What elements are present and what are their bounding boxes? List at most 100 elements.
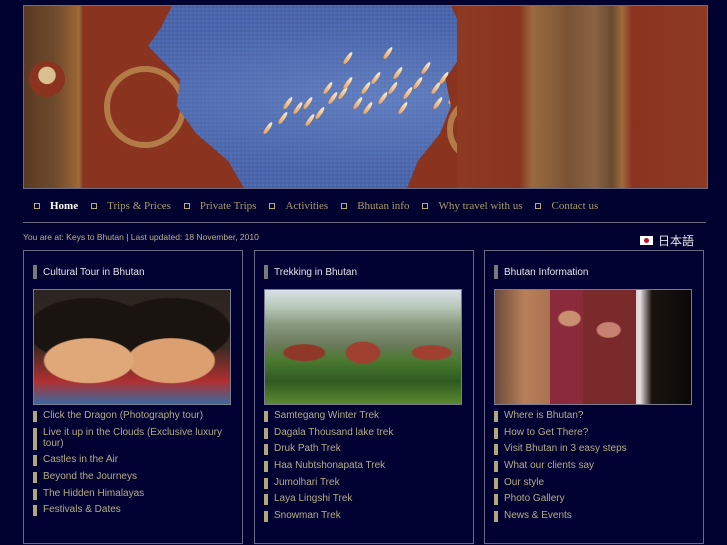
box-title: Cultural Tour in Bhutan <box>33 265 145 279</box>
flame-mark <box>392 66 404 80</box>
square-bullet-icon <box>422 203 429 209</box>
nav-item-label: Bhutan info <box>357 200 410 212</box>
bullet-bar-icon <box>264 427 268 439</box>
nav-item-bhutan-info[interactable]: Bhutan info <box>341 200 409 212</box>
dzong-valley-photo[interactable] <box>264 289 462 405</box>
link-text: Festivals & Dates <box>43 504 121 516</box>
square-bullet-icon <box>341 203 348 209</box>
square-bullet-icon <box>183 203 190 209</box>
bullet-bar-icon <box>264 494 268 506</box>
link-text: Snowman Trek <box>274 510 341 522</box>
bullet-bar-icon <box>494 494 498 506</box>
list-item[interactable]: Samtegang Winter Trek <box>264 410 464 422</box>
box-title: Trekking in Bhutan <box>264 265 357 279</box>
bullet-bar-icon <box>494 411 498 422</box>
box-bhutan-information: Bhutan Information Where is Bhutan? How … <box>484 250 704 544</box>
bullet-bar-icon <box>264 444 268 456</box>
link-text: How to Get There? <box>504 426 589 438</box>
list-item[interactable]: Druk Path Trek <box>264 443 464 456</box>
flame-mark <box>342 51 354 65</box>
list-item[interactable]: Live it up in the Clouds (Exclusive luxu… <box>33 427 233 450</box>
link-text: News & Events <box>504 510 572 522</box>
flame-mark <box>362 101 374 115</box>
box-trekking: Trekking in Bhutan Samtegang Winter Trek… <box>254 250 474 544</box>
list-item[interactable]: Dagala Thousand lake trek <box>264 427 464 439</box>
list-item[interactable]: Our style <box>494 477 694 489</box>
flame-mark <box>282 96 294 110</box>
nav-item-label: Activities <box>285 200 329 212</box>
nav-divider <box>23 222 706 223</box>
flame-mark <box>382 46 394 60</box>
title-bar-icon <box>264 265 268 279</box>
flame-mark <box>342 76 354 90</box>
nav-item-trips-prices[interactable]: Trips & Prices <box>91 200 171 212</box>
nav-item-label: Why travel with us <box>438 200 523 212</box>
list-item[interactable]: Festivals & Dates <box>33 504 233 517</box>
header-banner-image <box>23 5 708 189</box>
list-item[interactable]: Click the Dragon (Photography tour) <box>33 410 233 422</box>
link-text: Castles in the Air <box>43 454 119 466</box>
bullet-bar-icon <box>33 455 37 467</box>
bullet-bar-icon <box>33 472 37 484</box>
list-item[interactable]: Laya Lingshi Trek <box>264 493 464 506</box>
link-text: Dagala Thousand lake trek <box>274 426 394 438</box>
flame-mark <box>377 91 389 105</box>
nav-item-home[interactable]: Home <box>34 200 78 212</box>
link-text: Live it up in the Clouds (Exclusive luxu… <box>43 426 222 449</box>
bullet-bar-icon <box>33 411 37 422</box>
square-bullet-icon <box>269 203 276 209</box>
last-updated: Last updated: 18 November, 2010 <box>130 232 259 242</box>
bullet-bar-icon <box>494 427 498 439</box>
list-item[interactable]: Haa Nubtshonapata Trek <box>264 460 464 473</box>
main-nav: Home Trips & Prices Private Trips Activi… <box>23 196 706 216</box>
list-item[interactable]: Castles in the Air <box>33 454 233 467</box>
box-title-text: Bhutan Information <box>504 266 589 278</box>
list-item[interactable]: Jumolhari Trek <box>264 477 464 489</box>
list-item[interactable]: Visit Bhutan in 3 easy steps <box>494 443 694 456</box>
link-text: Where is Bhutan? <box>504 410 584 421</box>
bullet-bar-icon <box>494 511 498 523</box>
link-text: Jumolhari Trek <box>274 476 340 488</box>
link-text: What our clients say <box>504 460 595 472</box>
box-cultural-tour: Cultural Tour in Bhutan Click the Dragon… <box>23 250 243 544</box>
link-text: Druk Path Trek <box>274 443 341 455</box>
breadcrumb: You are at: Keys to Bhutan | Last update… <box>23 232 259 242</box>
square-bullet-icon <box>535 203 542 209</box>
link-text: Visit Bhutan in 3 easy steps <box>504 443 627 455</box>
flame-mark <box>302 96 314 110</box>
bullet-bar-icon <box>494 461 498 473</box>
nav-item-label: Contact us <box>551 200 599 212</box>
bullet-bar-icon <box>33 505 37 517</box>
nav-item-private-trips[interactable]: Private Trips <box>183 200 256 212</box>
flame-mark <box>402 86 414 100</box>
list-item[interactable]: Photo Gallery <box>494 493 694 506</box>
language-switch-japanese[interactable]: 日本語 <box>640 232 694 249</box>
bullet-bar-icon <box>264 461 268 473</box>
list-item[interactable]: Where is Bhutan? <box>494 410 694 422</box>
bhutan-info-links: Where is Bhutan? How to Get There? Visit… <box>494 410 694 527</box>
link-text: Haa Nubtshonapata Trek <box>274 460 386 472</box>
list-item[interactable]: Snowman Trek <box>264 510 464 523</box>
smiling-children-photo[interactable] <box>33 289 231 405</box>
square-bullet-icon <box>34 203 40 209</box>
list-item[interactable]: The Hidden Himalayas <box>33 488 233 500</box>
nav-item-activities[interactable]: Activities <box>269 200 328 212</box>
bullet-bar-icon <box>494 444 498 456</box>
list-item[interactable]: Beyond the Journeys <box>33 471 233 484</box>
list-item[interactable]: News & Events <box>494 510 694 523</box>
travellers-photo[interactable] <box>494 289 692 405</box>
bullet-bar-icon <box>264 511 268 523</box>
nav-item-why-travel[interactable]: Why travel with us <box>422 200 522 212</box>
box-title: Bhutan Information <box>494 265 589 279</box>
breadcrumb-link-home[interactable]: Keys to Bhutan <box>66 232 124 242</box>
nav-item-label: Home <box>50 200 79 212</box>
list-item[interactable]: How to Get There? <box>494 427 694 439</box>
nav-item-contact[interactable]: Contact us <box>535 200 598 212</box>
link-text: Samtegang Winter Trek <box>274 410 380 421</box>
list-item[interactable]: What our clients say <box>494 460 694 473</box>
square-bullet-icon <box>91 203 98 209</box>
banner-door-right <box>457 6 707 188</box>
link-text: Click the Dragon (Photography tour) <box>43 410 204 421</box>
link-text: Beyond the Journeys <box>43 471 137 483</box>
flame-mark <box>397 101 409 115</box>
